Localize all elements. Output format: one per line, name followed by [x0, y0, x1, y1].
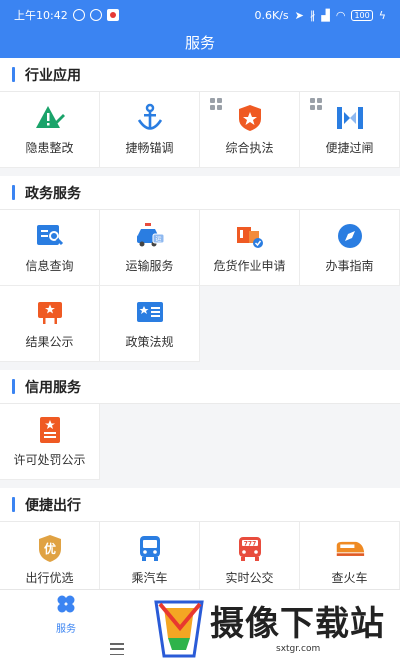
train-icon	[335, 533, 365, 563]
anchor-icon	[135, 103, 165, 133]
service-item-label: 信息查询	[25, 259, 74, 273]
section-accent-bar	[12, 379, 15, 394]
service-item-label: 综合执法	[225, 141, 274, 155]
lock-gate-icon	[335, 103, 365, 133]
section-header: 便捷出行	[0, 488, 400, 522]
service-item[interactable]: 运运输服务	[100, 210, 200, 286]
app-grid-badge-icon	[210, 98, 222, 110]
service-item[interactable]: 结果公示	[0, 286, 100, 362]
section-gap	[0, 168, 400, 176]
service-item-label: 危货作业申请	[213, 259, 286, 273]
service-item[interactable]: 危货作业申请	[200, 210, 300, 286]
bus-icon	[135, 533, 165, 563]
service-grid: 信息查询运运输服务 危货作业申请 办事指南 结果公示 政策法规	[0, 210, 400, 362]
svg-text:优: 优	[43, 541, 55, 556]
battery-indicator: 100	[351, 9, 373, 21]
section-gap	[0, 362, 400, 370]
service-item-label: 政策法规	[125, 335, 174, 349]
service-item[interactable]: 隐患整改	[0, 92, 100, 168]
service-item[interactable]: 办事指南	[300, 210, 400, 286]
section-header: 政务服务	[0, 176, 400, 210]
hazardous-cargo-icon	[235, 221, 265, 251]
section-title: 信用服务	[25, 379, 81, 396]
policy-book-icon	[135, 297, 165, 327]
realtime-bus-icon: 777	[235, 533, 265, 563]
section-title: 行业应用	[25, 67, 81, 84]
services-tab-icon	[57, 595, 75, 613]
section-header: 信用服务	[0, 370, 400, 404]
service-item-label: 便捷过闸	[325, 141, 374, 155]
service-grid: 许可处罚公示	[0, 404, 400, 480]
page-title: 服务	[0, 30, 400, 58]
status-time: 上午10:42	[14, 9, 68, 22]
compass-icon	[335, 221, 365, 251]
watermark-url: sxtgr.com	[276, 644, 321, 654]
service-item-label: 运输服务	[125, 259, 174, 273]
permit-document-icon	[35, 415, 65, 445]
service-item[interactable]: 许可处罚公示	[0, 404, 100, 480]
service-grid: 优出行优选 乘汽车 777 实时公交 查火车	[0, 522, 400, 589]
services-content: 行业应用 隐患整改 捷畅锚调 综合执法 便捷过闸 政务服务 信息查询运运输服务 危货作业申请办…	[0, 58, 400, 589]
notification-icon	[89, 9, 102, 21]
service-item-label: 查火车	[331, 571, 368, 585]
service-item[interactable]: 乘汽车	[100, 522, 200, 589]
section-accent-bar	[12, 67, 15, 82]
result-board-icon	[35, 297, 65, 327]
service-item-label: 办事指南	[325, 259, 374, 273]
info-search-icon	[35, 221, 65, 251]
service-item-label: 实时公交	[225, 571, 274, 585]
service-item-label: 结果公示	[25, 335, 74, 349]
service-grid: 隐患整改 捷畅锚调 综合执法 便捷过闸	[0, 92, 400, 168]
section-accent-bar	[12, 185, 15, 200]
transport-car-icon: 运	[135, 221, 165, 251]
menu-icon[interactable]	[110, 643, 124, 655]
charging-icon: ϟ	[378, 8, 386, 22]
bluetooth-icon: ∦	[309, 8, 316, 22]
signal-icon: ▟	[321, 8, 330, 22]
section-header: 行业应用	[0, 58, 400, 92]
section-gap	[0, 480, 400, 488]
service-item-label: 许可处罚公示	[13, 453, 86, 467]
app-notification-icon	[106, 9, 119, 21]
service-item[interactable]: 综合执法	[200, 92, 300, 168]
service-item-label: 捷畅锚调	[125, 141, 174, 155]
svg-text:777: 777	[243, 541, 256, 548]
status-bar: 上午10:42 0.6K/s ➤ ∦ ▟ ◠ 100 ϟ	[0, 0, 400, 30]
watermark-logo	[154, 600, 204, 658]
service-item-label: 出行优选	[25, 571, 74, 585]
service-item[interactable]: 优出行优选	[0, 522, 100, 589]
service-item[interactable]: 捷畅锚调	[100, 92, 200, 168]
svg-text:运: 运	[155, 235, 161, 243]
service-item[interactable]: 信息查询	[0, 210, 100, 286]
section-accent-bar	[12, 497, 15, 512]
location-icon: ➤	[294, 8, 304, 22]
network-speed: 0.6K/s	[254, 8, 289, 22]
service-item[interactable]: 查火车	[300, 522, 400, 589]
tab-services[interactable]: 服务	[44, 594, 88, 635]
service-item[interactable]: 政策法规	[100, 286, 200, 362]
notification-icon	[72, 9, 85, 21]
watermark: 摄像下载站 sxtgr.com	[150, 592, 400, 666]
service-item-label: 乘汽车	[131, 571, 168, 585]
app-grid-badge-icon	[310, 98, 322, 110]
watermark-text: 摄像下载站	[210, 604, 385, 644]
hazard-edit-icon	[35, 103, 65, 133]
section-title: 便捷出行	[25, 497, 81, 514]
service-item[interactable]: 777 实时公交	[200, 522, 300, 589]
service-item[interactable]: 便捷过闸	[300, 92, 400, 168]
police-badge-icon	[235, 103, 265, 133]
you-badge-icon: 优	[35, 533, 65, 563]
wifi-icon: ◠	[335, 8, 346, 22]
service-item-label: 隐患整改	[25, 141, 74, 155]
section-title: 政务服务	[25, 185, 81, 202]
